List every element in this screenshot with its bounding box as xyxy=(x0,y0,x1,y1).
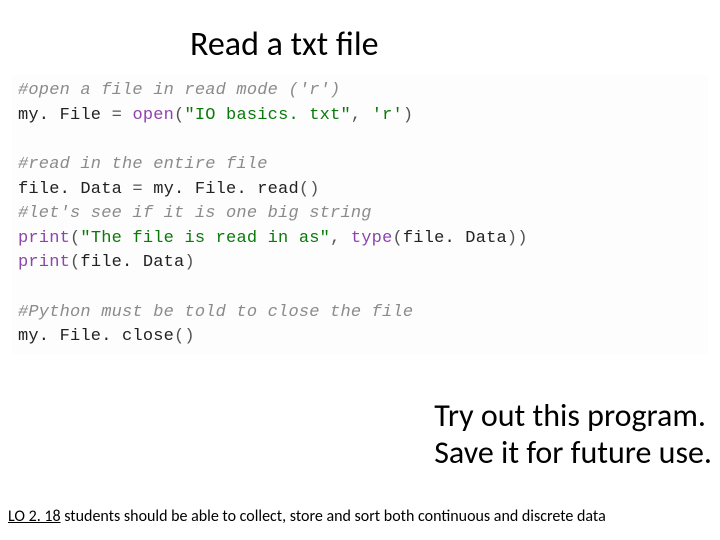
code-ident: file. Data xyxy=(80,253,184,272)
code-ident: file. Data xyxy=(403,229,507,248)
code-comment: #let's see if it is one big string xyxy=(18,204,372,223)
page-title: Read a txt file xyxy=(0,0,720,75)
callout-line: Try out this program. xyxy=(434,398,712,435)
code-paren: () xyxy=(299,180,320,199)
code-block: #open a file in read mode ('r') my. File… xyxy=(12,75,708,354)
code-func-print: print xyxy=(18,229,70,248)
code-func-print: print xyxy=(18,253,70,272)
footer-rest: students should be able to collect, stor… xyxy=(61,507,606,526)
code-paren: ( xyxy=(392,229,402,248)
code-ident: my. File. close xyxy=(18,327,174,346)
code-string: "The file is read in as" xyxy=(80,229,330,248)
code-func-type: type xyxy=(351,229,393,248)
code-op: = xyxy=(132,180,153,199)
code-comment: #Python must be told to close the file xyxy=(18,303,413,322)
code-string: "IO basics. txt" xyxy=(184,106,350,125)
code-paren: ) xyxy=(184,253,194,272)
code-comment: #open a file in read mode ('r') xyxy=(18,81,340,100)
code-ident: my. File. read xyxy=(153,180,299,199)
callout-line: Save it for future use. xyxy=(434,435,712,472)
code-comma: , xyxy=(351,106,372,125)
code-paren: )) xyxy=(507,229,528,248)
callout-text: Try out this program. Save it for future… xyxy=(434,398,712,472)
code-ident: my. File xyxy=(18,106,112,125)
footer-lo: LO 2. 18 xyxy=(8,507,61,526)
code-paren: () xyxy=(174,327,195,346)
code-string: 'r' xyxy=(372,106,403,125)
code-paren: ( xyxy=(174,106,184,125)
code-op: = xyxy=(112,106,133,125)
code-comma: , xyxy=(330,229,351,248)
code-paren: ( xyxy=(70,253,80,272)
code-func-open: open xyxy=(132,106,174,125)
code-comment: #read in the entire file xyxy=(18,155,268,174)
footer-text: LO 2. 18 students should be able to coll… xyxy=(8,507,712,526)
code-paren: ) xyxy=(403,106,413,125)
code-paren: ( xyxy=(70,229,80,248)
code-ident: file. Data xyxy=(18,180,132,199)
